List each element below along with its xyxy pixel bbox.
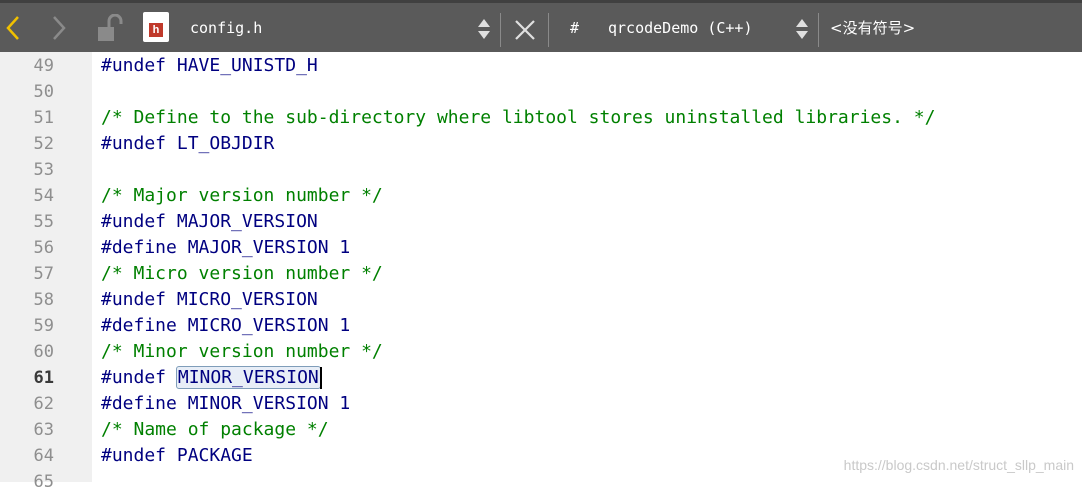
- selected-identifier[interactable]: MINOR_VERSION: [175, 366, 321, 389]
- line-number: 63: [33, 420, 54, 440]
- code-directive-line[interactable]: #undef LT_OBJDIR: [101, 131, 274, 157]
- text-caret: [319, 367, 322, 389]
- symbol-dropdown[interactable]: <没有符号>: [830, 3, 915, 52]
- line-number: 52: [33, 134, 54, 154]
- code-comment-line[interactable]: /* Name of package */: [101, 417, 329, 443]
- back-arrow-icon[interactable]: [2, 11, 24, 45]
- code-directive-line[interactable]: #undef PACKAGE: [101, 443, 253, 469]
- line-number: 49: [33, 56, 54, 76]
- line-number: 53: [33, 160, 54, 180]
- line-number: 55: [33, 212, 54, 232]
- updown-arrows-icon[interactable]: [474, 17, 494, 41]
- code-comment-line[interactable]: /* Major version number */: [101, 183, 383, 209]
- code-directive-line[interactable]: #define MAJOR_VERSION 1: [101, 235, 350, 261]
- code-directive-line[interactable]: #undef MICRO_VERSION: [101, 287, 318, 313]
- toolbar-separator: [818, 13, 819, 47]
- code-comment-line[interactable]: /* Define to the sub-directory where lib…: [101, 105, 935, 131]
- header-file-icon: h: [143, 12, 169, 42]
- line-number: 50: [33, 82, 54, 102]
- code-comment-line[interactable]: /* Minor version number */: [101, 339, 383, 365]
- unlock-icon[interactable]: [94, 13, 126, 45]
- line-number: 60: [33, 342, 54, 362]
- toolbar-separator: [548, 13, 549, 47]
- line-number: 51: [33, 108, 54, 128]
- line-number: 61: [33, 368, 54, 388]
- line-number: 56: [33, 238, 54, 258]
- code-directive-line[interactable]: #define MINOR_VERSION 1: [101, 391, 350, 417]
- line-number: 65: [33, 472, 54, 492]
- editor-toolbar: h config.h # qrcodeDemo (C++) <没有符号>: [0, 0, 1082, 52]
- watermark: https://blog.csdn.net/struct_sllp_main: [843, 457, 1074, 473]
- code-directive-line[interactable]: #undef MINOR_VERSION: [101, 365, 322, 391]
- updown-arrows-icon[interactable]: [792, 17, 812, 41]
- close-icon[interactable]: [512, 17, 538, 43]
- hash-label: #: [570, 18, 580, 37]
- code-directive-line[interactable]: #undef MAJOR_VERSION: [101, 209, 318, 235]
- line-number: 59: [33, 316, 54, 336]
- forward-arrow-icon[interactable]: [48, 11, 70, 45]
- code-directive-line[interactable]: #define MICRO_VERSION 1: [101, 313, 350, 339]
- line-number: 54: [33, 186, 54, 206]
- line-number: 57: [33, 264, 54, 284]
- file-name-dropdown[interactable]: config.h: [190, 3, 262, 52]
- line-number: 62: [33, 394, 54, 414]
- line-number: 58: [33, 290, 54, 310]
- scope-dropdown[interactable]: qrcodeDemo (C++): [608, 3, 753, 52]
- toolbar-separator: [500, 13, 501, 47]
- code-directive-line[interactable]: #undef HAVE_UNISTD_H: [101, 53, 318, 79]
- code-comment-line[interactable]: /* Micro version number */: [101, 261, 383, 287]
- line-number: 64: [33, 446, 54, 466]
